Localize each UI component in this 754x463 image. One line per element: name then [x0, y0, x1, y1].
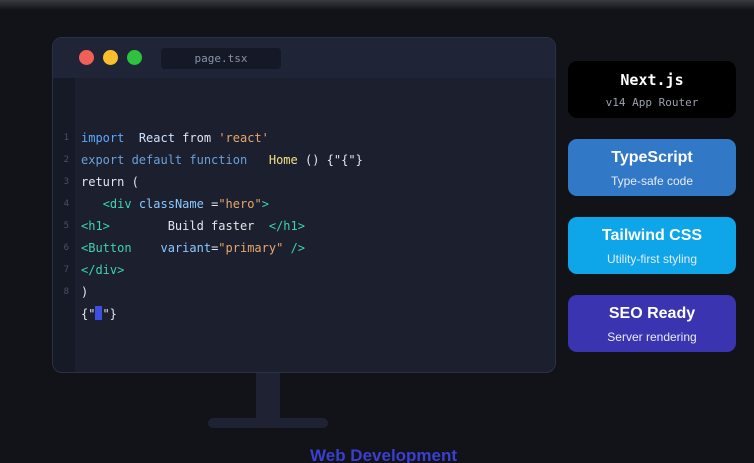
code-line-4: <div className ="hero">	[81, 196, 269, 212]
maximize-window-dot[interactable]	[127, 50, 142, 65]
line-number: 4	[63, 199, 69, 209]
code-line-5: <h1> Build faster </h1>	[81, 218, 305, 234]
code-brace-close: "}	[102, 307, 117, 321]
code-line-7: </div>	[81, 262, 124, 278]
card-typescript[interactable]: TypeScript Type-safe code	[568, 139, 736, 196]
line-number: 5	[63, 221, 69, 231]
code-line-1: import React from 'react'	[81, 130, 269, 146]
keyword-import: import	[81, 131, 125, 145]
line-number: 2	[63, 155, 69, 165]
tag-div-close: </div>	[81, 263, 125, 277]
card-subtitle: Utility-first styling	[606, 252, 697, 266]
card-title: SEO Ready	[608, 305, 696, 322]
code-line-9: {" "}	[81, 306, 117, 322]
minimize-window-dot[interactable]	[103, 50, 118, 65]
code-paren: )	[81, 285, 89, 299]
string-primary: "primary"	[218, 241, 284, 255]
card-seo[interactable]: SEO Ready Server rendering	[568, 295, 736, 352]
function-name: Home	[268, 153, 298, 167]
section-title: Web Development	[310, 446, 458, 463]
keyword-export: export default function	[81, 153, 248, 167]
line-number: 1	[63, 133, 69, 143]
code-line-3: return (	[81, 174, 139, 190]
code-line-2: export default function Home () {"{"}	[81, 152, 363, 168]
tag-h1-close: </h1>	[268, 219, 305, 233]
file-tab[interactable]: page.tsx	[161, 48, 281, 69]
code-line-8: )	[81, 284, 88, 300]
tag-self-close: />	[290, 241, 306, 255]
top-shadow	[0, 0, 754, 10]
card-title: Next.js	[620, 71, 684, 89]
tag-h1-open: <h1>	[81, 219, 110, 233]
line-number: 3	[63, 177, 69, 187]
tag-close-bracket: >	[261, 197, 269, 211]
monitor-stand-base	[208, 418, 328, 428]
attr-classname: className	[138, 197, 204, 211]
code-editor[interactable]: 1 2 3 4 5 6 7 8 import React from 'react…	[53, 78, 555, 372]
card-subtitle: v14 App Router	[605, 96, 699, 109]
keyword-return: return (	[81, 175, 139, 189]
monitor-screen: page.tsx 1 2 3 4 5 6 7 8 import React fr…	[52, 37, 556, 373]
card-tailwind[interactable]: Tailwind CSS Utility-first styling	[568, 217, 736, 274]
card-title: Tailwind CSS	[601, 227, 703, 244]
line-number: 6	[63, 243, 69, 253]
keyword-from: from	[182, 131, 212, 145]
card-title: TypeScript	[611, 149, 693, 166]
identifier-react: React	[138, 131, 175, 145]
code-line-6: <Button variant="primary" />	[81, 240, 305, 256]
line-number: 7	[63, 265, 69, 275]
editor-titlebar: page.tsx	[53, 38, 555, 78]
line-number: 8	[63, 287, 69, 297]
attr-variant: variant	[160, 241, 212, 255]
heading-text: Build faster	[167, 219, 255, 233]
card-nextjs[interactable]: Next.js v14 App Router	[568, 61, 736, 118]
string-react: 'react'	[218, 131, 269, 145]
string-hero: "hero"	[218, 197, 262, 211]
code-brace: () {"{"}	[305, 153, 363, 167]
code-brace-open: {"	[81, 307, 96, 321]
card-subtitle: Server rendering	[607, 330, 697, 344]
monitor-stand-neck	[256, 373, 280, 421]
close-window-dot[interactable]	[79, 50, 94, 65]
tag-div-open: <div	[102, 197, 132, 211]
tag-button-open: <Button	[81, 241, 132, 255]
card-subtitle: Type-safe code	[610, 174, 694, 188]
